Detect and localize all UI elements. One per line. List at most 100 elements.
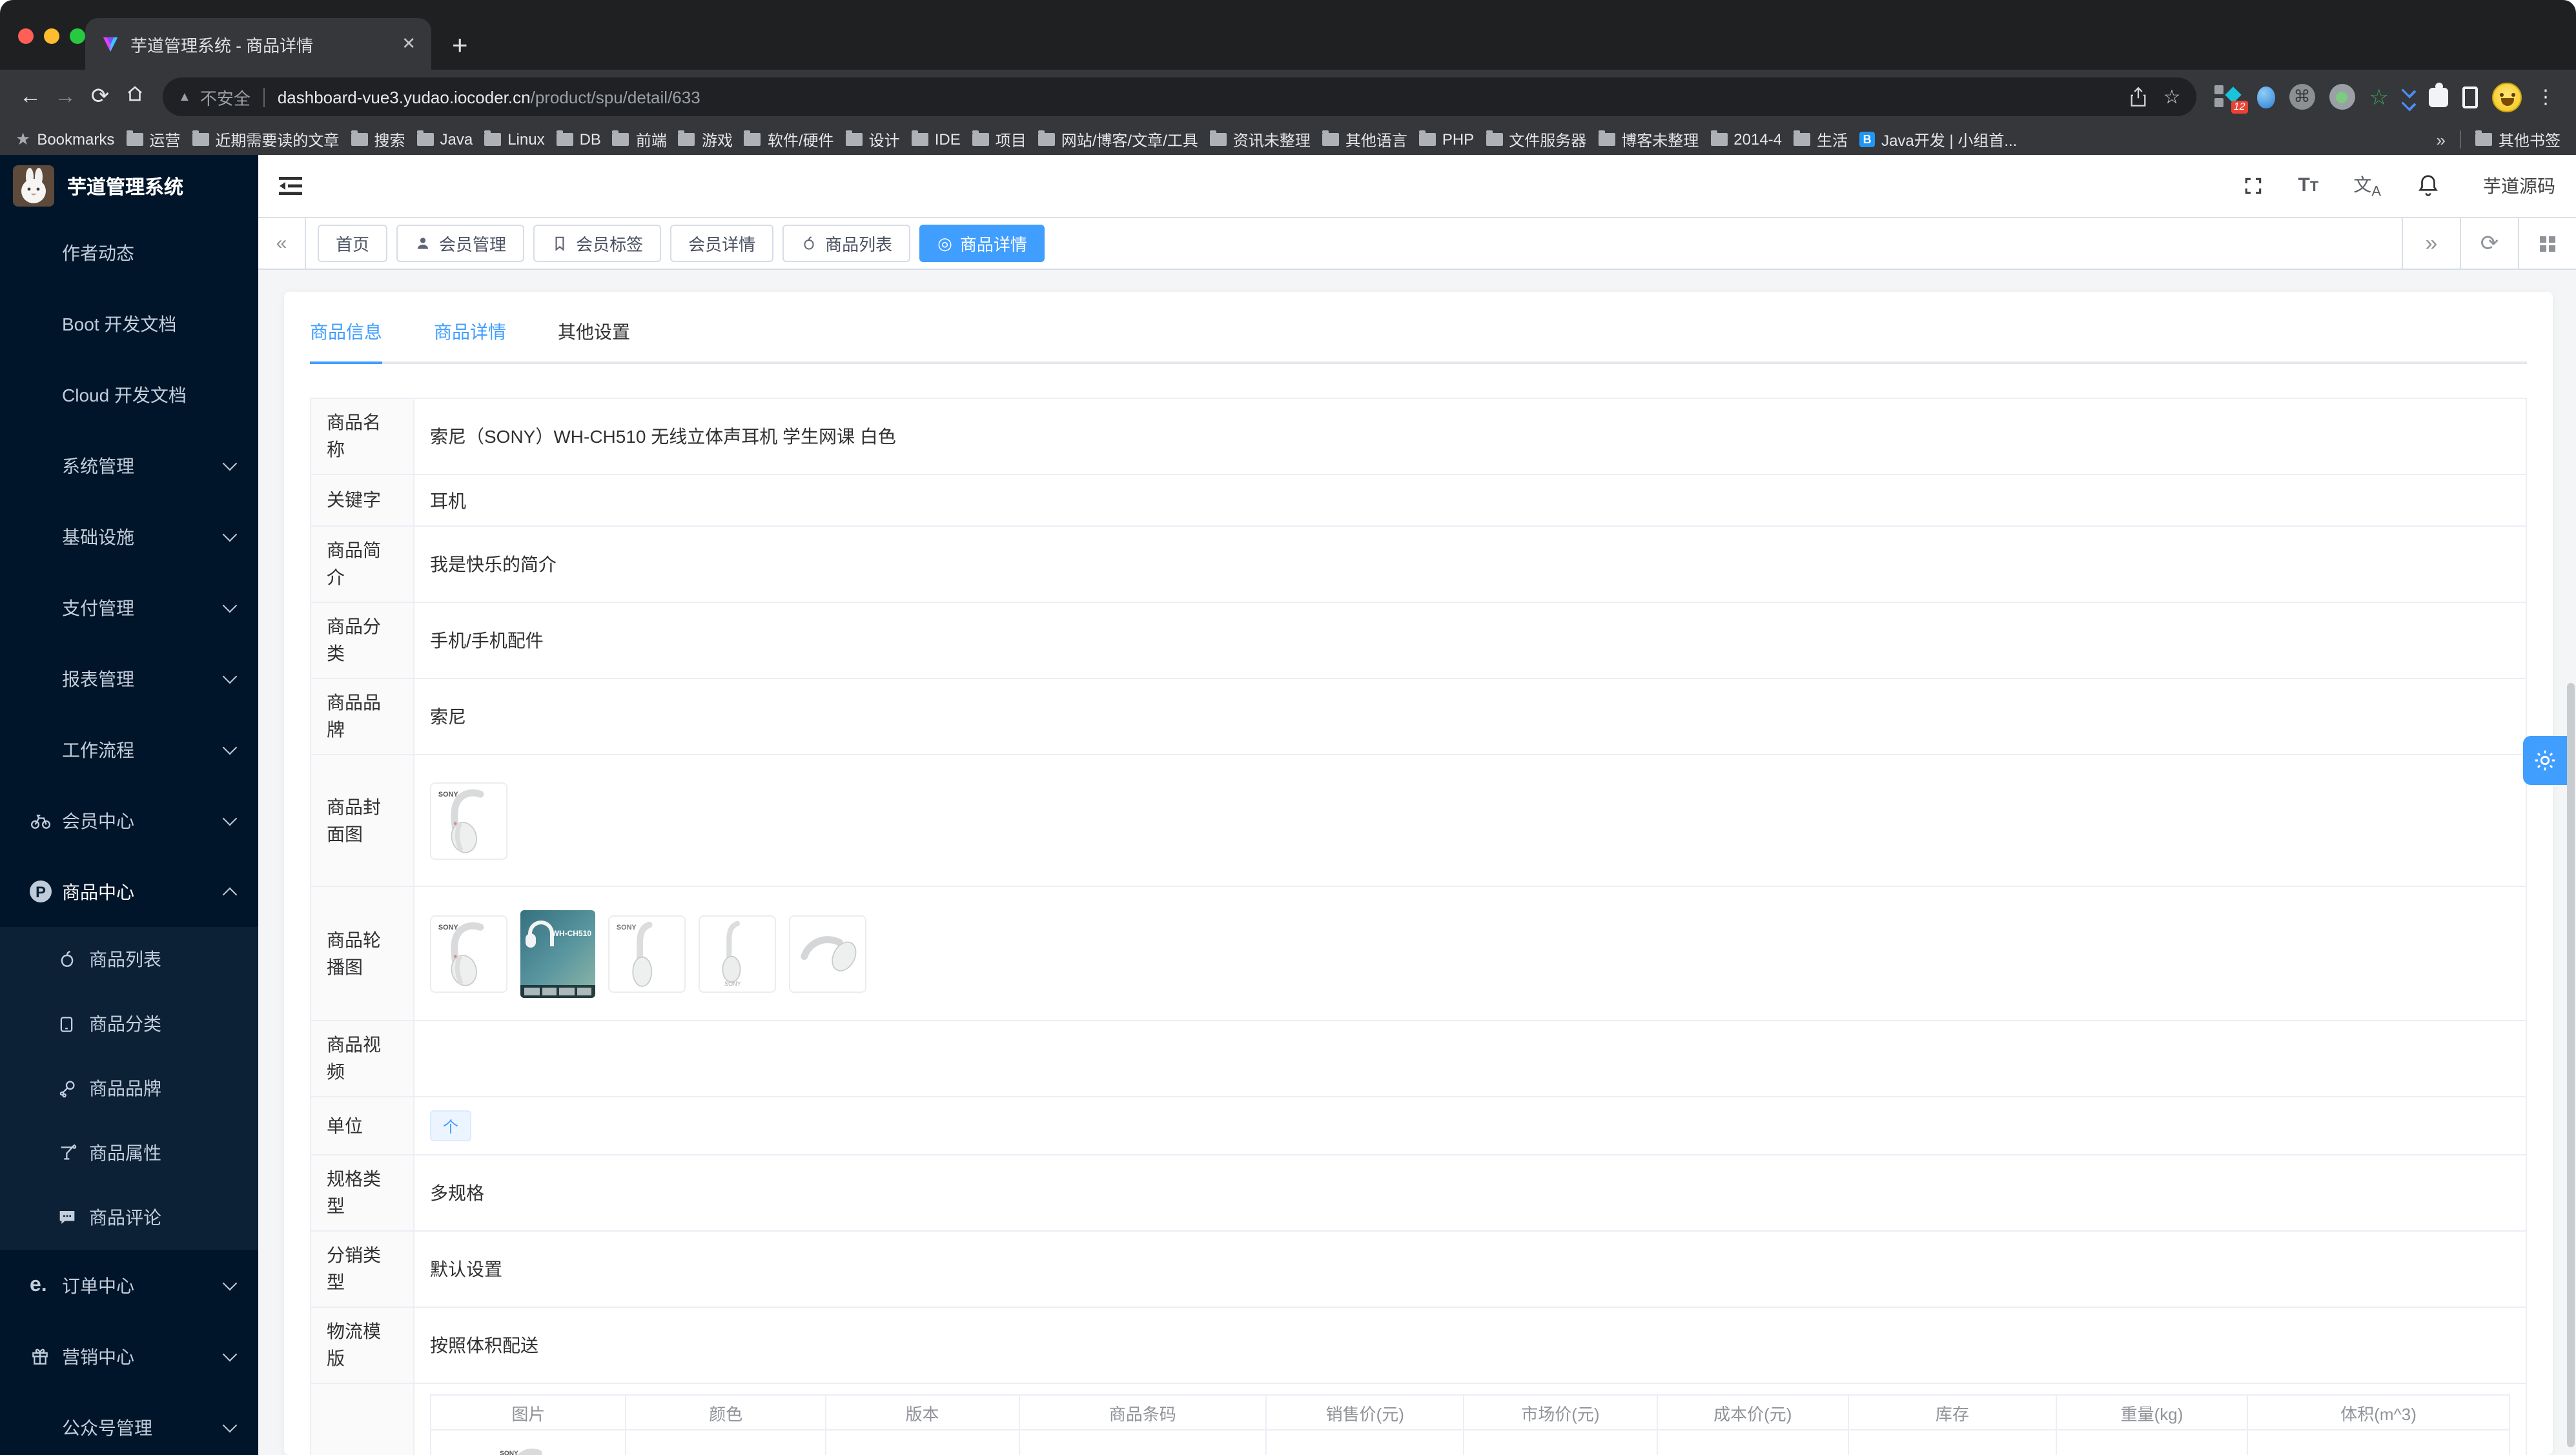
slider-image[interactable] (699, 915, 776, 992)
sidebar-item-infra[interactable]: 基础设施 (0, 501, 258, 572)
bookmark-folder[interactable]: 近期需要读的文章 (192, 128, 339, 150)
tag-product-list[interactable]: 商品列表 (782, 225, 911, 262)
sidebar-item-author-news[interactable]: 作者动态 (0, 217, 258, 288)
bookmark-folder[interactable]: 其他语言 (1322, 128, 1407, 150)
slider-image[interactable] (608, 915, 686, 992)
close-window-button[interactable] (18, 28, 34, 44)
close-tab-icon[interactable]: ✕ (402, 34, 416, 54)
folder-icon (845, 130, 863, 146)
back-button[interactable]: ← (13, 84, 48, 110)
field-row-slider-images: 商品轮播图 WH-CH510 (311, 887, 2526, 1021)
bookmark-folder[interactable]: 运营 (126, 128, 180, 150)
extensions-puzzle-icon[interactable] (2429, 82, 2448, 107)
tags-scroll-right-button[interactable]: » (2402, 218, 2460, 269)
browser-menu-icon[interactable]: ⋮ (2536, 85, 2555, 108)
sidebar-item-official-account[interactable]: 公众号管理 (0, 1392, 258, 1455)
sidebar-item-pay[interactable]: 支付管理 (0, 572, 258, 643)
extension-star-icon[interactable]: ☆ (2369, 86, 2389, 108)
bookmark-folder[interactable]: 搜索 (351, 128, 405, 150)
bookmark-folder[interactable]: 软件/硬件 (744, 128, 834, 150)
sidebar-item-cloud-docs[interactable]: Cloud 开发文档 (0, 359, 258, 430)
tab-other-settings[interactable]: 其他设置 (558, 310, 630, 361)
tab-product-detail[interactable]: 商品详情 (434, 310, 506, 361)
notification-bell-icon[interactable] (2416, 174, 2440, 198)
username[interactable]: 芋道源码 (2483, 173, 2555, 199)
bookmark-star-icon[interactable]: ☆ (2163, 85, 2181, 108)
address-bar[interactable]: ▲ 不安全 dashboard-vue3.yudao.iocoder.cn/pr… (163, 77, 2196, 116)
extension-devtools-icon[interactable]: 12 (2214, 85, 2248, 114)
sidebar-fold-icon[interactable] (279, 176, 302, 196)
app-logo-row[interactable]: 芋道管理系统 (0, 155, 258, 217)
tags-scroll-left-button[interactable]: « (258, 218, 306, 269)
home-button[interactable] (118, 84, 152, 110)
minimize-window-button[interactable] (44, 28, 59, 44)
slider-image[interactable] (430, 915, 507, 992)
new-tab-button[interactable]: + (452, 32, 468, 59)
reload-button[interactable]: ⟳ (83, 84, 118, 110)
bookmark-folder[interactable]: 游戏 (678, 128, 733, 150)
tag-member-label[interactable]: 会员标签 (533, 225, 662, 262)
tag-member-detail[interactable]: 会员详情 (670, 225, 774, 262)
bookmark-folder[interactable]: 资讯未整理 (1209, 128, 1311, 150)
layout-grid-button[interactable] (2518, 218, 2576, 269)
security-label[interactable]: 不安全 (200, 85, 250, 109)
zoom-window-button[interactable] (70, 28, 85, 44)
sidebar-item-boot-docs[interactable]: Boot 开发文档 (0, 288, 258, 359)
share-icon[interactable] (2130, 86, 2148, 107)
language-icon[interactable]: 文A (2353, 172, 2381, 200)
bookmark-folder[interactable]: 生活 (1794, 128, 1848, 150)
other-bookmarks-folder[interactable]: 其他书签 (2475, 128, 2561, 150)
sidebar-item-report[interactable]: 报表管理 (0, 643, 258, 714)
extension-panel-icon[interactable] (2462, 86, 2478, 108)
bookmark-folder[interactable]: 前端 (612, 128, 667, 150)
tag-product-detail-active[interactable]: ◎ 商品详情 (919, 225, 1045, 262)
sku-image[interactable] (493, 1443, 563, 1455)
browser-tab[interactable]: 芋道管理系统 - 商品详情 ✕ (85, 18, 431, 70)
extension-chevrons-icon[interactable] (2401, 83, 2417, 111)
sidebar-item-product-brand[interactable]: 商品品牌 (0, 1056, 258, 1121)
sidebar-item-product-category[interactable]: 商品分类 (0, 992, 258, 1056)
sku-version-link[interactable]: CH510 (824, 1429, 1020, 1455)
page-scrollbar[interactable] (2567, 683, 2575, 1447)
bookmark-folder[interactable]: 文件服务器 (1486, 128, 1586, 150)
tab-product-info[interactable]: 商品信息 (310, 310, 382, 364)
bookmarks-overflow-button[interactable]: » (2437, 130, 2446, 149)
sidebar-item-product-comment[interactable]: 商品评论 (0, 1185, 258, 1250)
sidebar-submenu-product: 商品列表 商品分类 商品品牌 商品属性 商品评论 (0, 927, 258, 1250)
settings-floating-button[interactable] (2523, 736, 2567, 785)
product-cover-image[interactable] (430, 782, 507, 859)
forward-button[interactable]: → (48, 84, 83, 110)
fullscreen-icon[interactable] (2243, 176, 2264, 196)
sidebar-item-product-center[interactable]: P 商品中心 (0, 856, 258, 927)
sidebar-item-marketing-center[interactable]: 营销中心 (0, 1321, 258, 1392)
slider-image[interactable] (789, 915, 866, 992)
bookmark-item[interactable]: B Java开发 | 小组首... (1859, 128, 2017, 150)
extension-balloon-icon[interactable] (2256, 86, 2275, 108)
profile-avatar[interactable] (2492, 82, 2522, 112)
bookmark-folder[interactable]: 网站/博客/文章/工具 (1038, 128, 1198, 150)
sidebar-item-workflow[interactable]: 工作流程 (0, 714, 258, 785)
bookmark-folder[interactable]: DB (556, 130, 601, 148)
extension-command-icon[interactable]: ⌘ (2289, 84, 2315, 110)
sku-color-link[interactable]: 黑色 (625, 1429, 826, 1455)
sidebar-item-product-list[interactable]: 商品列表 (0, 927, 258, 992)
sidebar-item-product-attribute[interactable]: 商品属性 (0, 1121, 258, 1185)
sidebar-item-system[interactable]: 系统管理 (0, 430, 258, 501)
bookmark-folder[interactable]: 设计 (845, 128, 900, 150)
bookmark-folder[interactable]: Linux (484, 130, 545, 148)
bookmark-folder[interactable]: PHP (1418, 130, 1474, 148)
refresh-page-button[interactable]: ⟳ (2460, 218, 2518, 269)
font-size-icon[interactable]: TT (2298, 175, 2319, 197)
extension-recorder-icon[interactable] (2329, 84, 2355, 110)
tag-member-manage[interactable]: 会员管理 (396, 225, 525, 262)
bookmark-folder[interactable]: Java (416, 130, 473, 148)
bookmark-folder[interactable]: 2014-4 (1710, 130, 1782, 148)
bookmark-folder[interactable]: IDE (911, 130, 961, 148)
bookmark-folder[interactable]: 项目 (972, 128, 1027, 150)
sidebar-item-member-center[interactable]: 会员中心 (0, 785, 258, 856)
slider-image[interactable]: WH-CH510 (520, 910, 595, 997)
bookmark-folder[interactable]: 博客未整理 (1598, 128, 1699, 150)
tag-home[interactable]: 首页 (318, 225, 388, 262)
bookmarks-root[interactable]: ★ Bookmarks (15, 129, 114, 150)
sidebar-item-order-center[interactable]: e. 订单中心 (0, 1250, 258, 1321)
